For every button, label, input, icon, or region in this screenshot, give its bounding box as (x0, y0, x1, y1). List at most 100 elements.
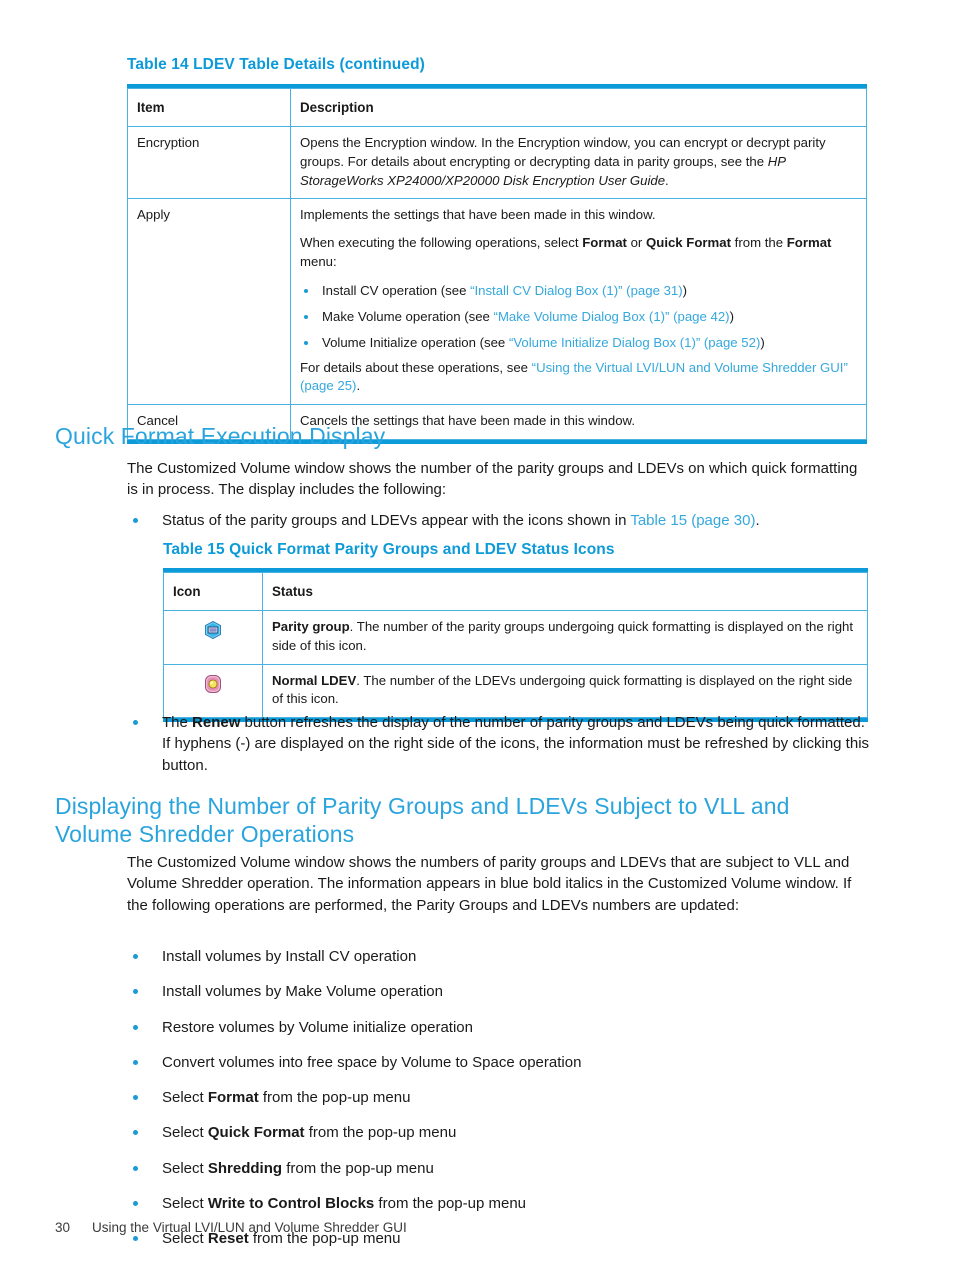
apply-desc-line3: For details about these operations, see … (300, 359, 857, 396)
bullet-convert-volumes: Convert volumes into free space by Volum… (162, 1053, 582, 1071)
volume-initialize-text: Volume Initialize operation (see (322, 334, 509, 350)
bullet-format-bold: Format (207, 1089, 259, 1107)
list-item: Select Shredding from the pop-up menu (127, 1158, 887, 1179)
table-14-item-encryption: Encryption (127, 126, 291, 200)
normal-ldev-description: . The number of the LDEVs undergoing qui… (272, 672, 853, 707)
normal-ldev-label: Normal LDEV (272, 672, 357, 688)
parity-group-icon (203, 620, 223, 640)
table-15-caption: Table 15 Quick Format Parity Groups and … (163, 541, 883, 559)
apply-desc-line2: When executing the following operations,… (300, 234, 857, 271)
renew-button-label: Renew (192, 714, 241, 731)
table-14-header-item: Item (127, 87, 291, 128)
apply-operations-list: Install CV operation (see “Install CV Di… (300, 282, 857, 352)
volume-initialize-text-post: ) (760, 334, 765, 350)
list-item: Select Write to Control Blocks from the … (127, 1193, 887, 1214)
table-15-status-normal-ldev: Normal LDEV. The number of the LDEVs und… (262, 663, 868, 718)
table-15-icon-cell-parity-group (163, 610, 263, 665)
page-heading-quick-format: Quick Format Execution Display (55, 423, 386, 449)
parity-group-description: . The number of the parity groups underg… (272, 619, 854, 653)
bullet-install-cv: Install volumes by Install CV operation (162, 948, 417, 965)
apply-format-bold-2: Format (786, 234, 832, 250)
normal-ldev-status-text: Normal LDEV. The number of the LDEVs und… (272, 672, 858, 709)
bullet-select-write-control-post: from the pop-up menu (374, 1195, 527, 1213)
quick-format-bullet-list: Status of the parity groups and LDEVs ap… (127, 510, 877, 539)
table-14-desc-encryption: Opens the Encryption window. In the Encr… (290, 126, 867, 200)
footer-page-number: 30 (55, 1220, 71, 1235)
bullet-write-control-blocks-bold: Write to Control Blocks (207, 1195, 375, 1213)
table-15-caption-main: Table 15 Quick Format Parity Groups and … (163, 541, 615, 558)
normal-ldev-icon (203, 674, 223, 694)
displaying-number-bullet-list: Install volumes by Install CV operation … (127, 946, 887, 1250)
bullet-select-write-control-pre: Select (162, 1195, 208, 1213)
list-item: Install volumes by Install CV operation (127, 946, 887, 967)
bullet-shredding-bold: Shredding (207, 1159, 283, 1177)
apply-desc-line1: Implements the settings that have been m… (300, 207, 656, 223)
bullet-select-format-pre: Select (162, 1089, 208, 1107)
table-15: Icon Status Parity group. The number of … (163, 568, 868, 722)
parity-group-label: Parity group (272, 619, 350, 635)
bullet-select-shredding-pre: Select (162, 1159, 208, 1177)
install-cv-text-post: ) (682, 283, 688, 299)
volume-initialize-dialog-link[interactable]: “Volume Initialize Dialog Box (1)” (page… (509, 335, 760, 350)
apply-quick-format-bold: Quick Format (646, 234, 732, 250)
page-heading-displaying-number: Displaying the Number of Parity Groups a… (55, 793, 790, 848)
table-14-caption-main: Table 14 LDEV Table Details (127, 56, 335, 73)
make-volume-text: Make Volume operation (see (322, 309, 494, 325)
bullet-quick-format-bold: Quick Format (207, 1124, 305, 1142)
apply-desc-seg-c: or (626, 234, 646, 250)
apply-details-text: For details about these operations, see (300, 359, 532, 375)
footer-chapter-title: Using the Virtual LVI/LUN and Volume Shr… (92, 1220, 407, 1235)
apply-format-bold-1: Format (582, 234, 627, 250)
list-item: Select Format from the pop-up menu (127, 1087, 887, 1108)
list-item: The Renew button refreshes the display o… (127, 712, 875, 776)
bullet-select-quick-format-pre: Select (162, 1124, 208, 1142)
status-icons-text: Status of the parity groups and LDEVs ap… (162, 512, 631, 529)
table-row: Encryption Opens the Encryption window. … (127, 126, 867, 200)
list-item: Make Volume operation (see “Make Volume … (300, 308, 857, 327)
displaying-number-paragraph: The Customized Volume window shows the n… (127, 854, 852, 914)
encryption-desc-part2: . (665, 172, 669, 188)
table-14-caption-continued: (continued) (339, 56, 425, 73)
table-14: Item Description Encryption Opens the En… (127, 84, 867, 444)
table-14-header-row: Item Description (127, 87, 867, 128)
table-15-icon-cell-normal-ldev (163, 663, 263, 718)
document-page: Table 14 LDEV Table Details (continued) … (0, 0, 954, 1271)
renew-bullet-list: The Renew button refreshes the display o… (127, 712, 875, 784)
encryption-desc-part1: Opens the Encryption window. In the Encr… (300, 135, 826, 169)
list-item: Install CV operation (see “Install CV Di… (300, 282, 857, 301)
list-item: Convert volumes into free space by Volum… (127, 1052, 887, 1073)
list-item: Select Quick Format from the pop-up menu (127, 1122, 887, 1143)
table-14-header-description: Description (290, 87, 867, 128)
bullet-select-shredding-post: from the pop-up menu (282, 1159, 434, 1177)
list-item: Restore volumes by Volume initialize ope… (127, 1017, 887, 1038)
table-14-desc-apply: Implements the settings that have been m… (290, 198, 867, 406)
table-14-item-apply: Apply (127, 198, 291, 406)
apply-details-text-post: . (356, 378, 361, 394)
make-volume-text-post: ) (729, 309, 734, 325)
quick-format-paragraph: The Customized Volume window shows the n… (127, 460, 858, 499)
bullet-make-volume: Install volumes by Make Volume operation (162, 983, 443, 1001)
table-15-status-parity-group: Parity group. The number of the parity g… (262, 610, 868, 665)
list-item: Status of the parity groups and LDEVs ap… (127, 510, 877, 531)
table-15-link[interactable]: Table 15 (page 30) (630, 512, 755, 529)
status-icons-text-post: . (755, 512, 760, 529)
page-footer: 30 Using the Virtual LVI/LUN and Volume S… (55, 1220, 407, 1235)
install-cv-text: Install CV operation (see (322, 283, 471, 299)
make-volume-dialog-link[interactable]: “Make Volume Dialog Box (1)” (page 42) (494, 309, 730, 324)
table-14-caption: Table 14 LDEV Table Details (continued) (127, 56, 887, 74)
list-item: Install volumes by Make Volume operation (127, 981, 887, 1002)
bullet-select-format-post: from the pop-up menu (258, 1089, 411, 1107)
encryption-description: Opens the Encryption window. In the Encr… (300, 134, 857, 190)
renew-text-post: button refreshes the display of the numb… (162, 714, 870, 774)
table-row: Apply Implements the settings that have … (127, 198, 867, 406)
renew-text-pre: The (162, 714, 193, 731)
apply-desc-seg-a: When executing the following operations,… (300, 234, 583, 250)
table-15-header-status: Status (262, 571, 868, 612)
install-cv-dialog-link[interactable]: “Install CV Dialog Box (1)” (page 31) (470, 283, 683, 298)
list-item: Volume Initialize operation (see “Volume… (300, 334, 857, 353)
bullet-select-quick-format-post: from the pop-up menu (304, 1124, 457, 1142)
table-row: Parity group. The number of the parity g… (163, 610, 868, 665)
bullet-restore-volumes: Restore volumes by Volume initialize ope… (162, 1018, 473, 1036)
apply-desc-seg-d: from the (731, 234, 787, 250)
apply-desc-seg-e: menu: (300, 253, 337, 269)
